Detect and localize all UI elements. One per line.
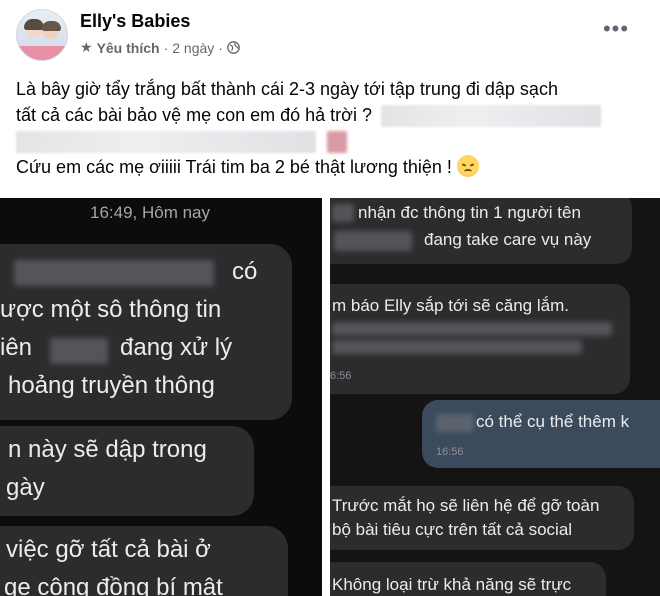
chat-screenshot-right[interactable]: nhận đc thông tin 1 người tên đang take … xyxy=(330,198,660,596)
message-text: bộ bài tiêu cực trên tất cả social xyxy=(332,520,573,539)
blurred-name xyxy=(50,338,108,364)
message-bubble-4: Không loại trừ khả năng sẽ trực xyxy=(330,562,606,596)
message-time: 6:56 xyxy=(330,370,352,382)
message-bubble-3: Trước mắt họ sẽ liên hệ để gỡ toàn bộ bà… xyxy=(330,486,634,550)
page-name[interactable]: Elly's Babies xyxy=(80,11,190,32)
sent-message-bubble: có thể cụ thể thêm k 16:56 xyxy=(422,400,660,468)
meta-separator: · xyxy=(163,39,169,56)
more-horizontal-icon: ••• xyxy=(602,16,630,41)
post-header: Elly's Babies ★ Yêu thích · 2 ngày · ••• xyxy=(0,0,660,70)
blurred-emoji xyxy=(327,131,348,154)
blurred-name xyxy=(334,231,412,251)
post-line-2: tất cả các bài bảo vệ mẹ con em đó hả tr… xyxy=(16,102,602,128)
message-text: nhận đc thông tin 1 người tên xyxy=(358,203,581,222)
message-text: iên xyxy=(0,334,33,361)
message-text: đang xử lý xyxy=(120,334,233,361)
globe-icon xyxy=(227,41,240,54)
blurred-name xyxy=(14,260,214,286)
message-text: Không loại trừ khả năng sẽ trực xyxy=(332,575,572,594)
meta-separator-2: · xyxy=(218,39,223,56)
message-text: việc gỡ tất cả bài ở xyxy=(6,536,211,563)
message-text: Trước mắt họ sẽ liên hệ để gỡ toàn xyxy=(332,496,600,515)
star-icon: ★ xyxy=(80,39,93,55)
avatar-hair-left xyxy=(24,19,44,30)
post-meta: ★ Yêu thích · 2 ngày · xyxy=(80,39,240,56)
favorite-label: Yêu thích xyxy=(96,39,160,56)
message-text: ược một sô thông tin xyxy=(0,296,222,323)
blurred-text xyxy=(332,322,612,336)
message-text: m báo Elly sắp tới sẽ căng lắm. xyxy=(332,296,569,315)
blurred-name xyxy=(436,414,474,432)
message-text: có thể cụ thể thêm k xyxy=(476,412,630,431)
message-bubble-2: n này sẽ dập trong gày xyxy=(0,426,254,516)
message-bubble-2: m báo Elly sắp tới sẽ căng lắm. 6:56 xyxy=(330,284,630,394)
blurred-text xyxy=(332,204,354,222)
avatar-hair-right xyxy=(42,21,61,31)
post-line-4: Cứu em các mẹ ơiiiii Trái tim ba 2 bé th… xyxy=(16,154,479,180)
chat-time-header: 16:49, Hôm nay xyxy=(90,203,211,222)
post-line-3 xyxy=(16,128,348,154)
message-text: gày xyxy=(6,474,45,501)
message-text: hoảng truyền thông xyxy=(8,372,215,399)
avatar-shirt xyxy=(17,46,67,60)
message-text: n này sẽ dập trong xyxy=(8,436,207,463)
page-avatar[interactable] xyxy=(16,9,68,61)
blurred-text xyxy=(16,131,316,154)
blurred-text xyxy=(381,105,602,128)
message-text: đang take care vụ này xyxy=(424,230,592,249)
message-text: ge cộng đồng bí mật xyxy=(4,574,223,596)
blurred-text xyxy=(332,340,582,354)
message-bubble-3: việc gỡ tất cả bài ở ge cộng đồng bí mật xyxy=(0,526,288,596)
more-options-button[interactable]: ••• xyxy=(598,18,634,46)
post-line-2-text: tất cả các bài bảo vệ mẹ con em đó hả tr… xyxy=(16,105,372,125)
message-time: 16:56 xyxy=(436,446,464,458)
message-text: có xyxy=(232,258,258,285)
disappointed-face-icon xyxy=(456,155,479,177)
message-bubble-1: nhận đc thông tin 1 người tên đang take … xyxy=(330,198,632,264)
post-line-4-text: Cứu em các mẹ ơiiiii Trái tim ba 2 bé th… xyxy=(16,157,452,177)
post-line-1: Là bây giờ tẩy trắng bất thành cái 2-3 n… xyxy=(16,79,558,99)
post-time[interactable]: 2 ngày xyxy=(172,40,214,56)
chat-screenshot-left[interactable]: 16:49, Hôm nay có ược một sô thông tin i… xyxy=(0,198,322,596)
message-bubble-1: có ược một sô thông tin iên đang xử lý h… xyxy=(0,244,292,420)
